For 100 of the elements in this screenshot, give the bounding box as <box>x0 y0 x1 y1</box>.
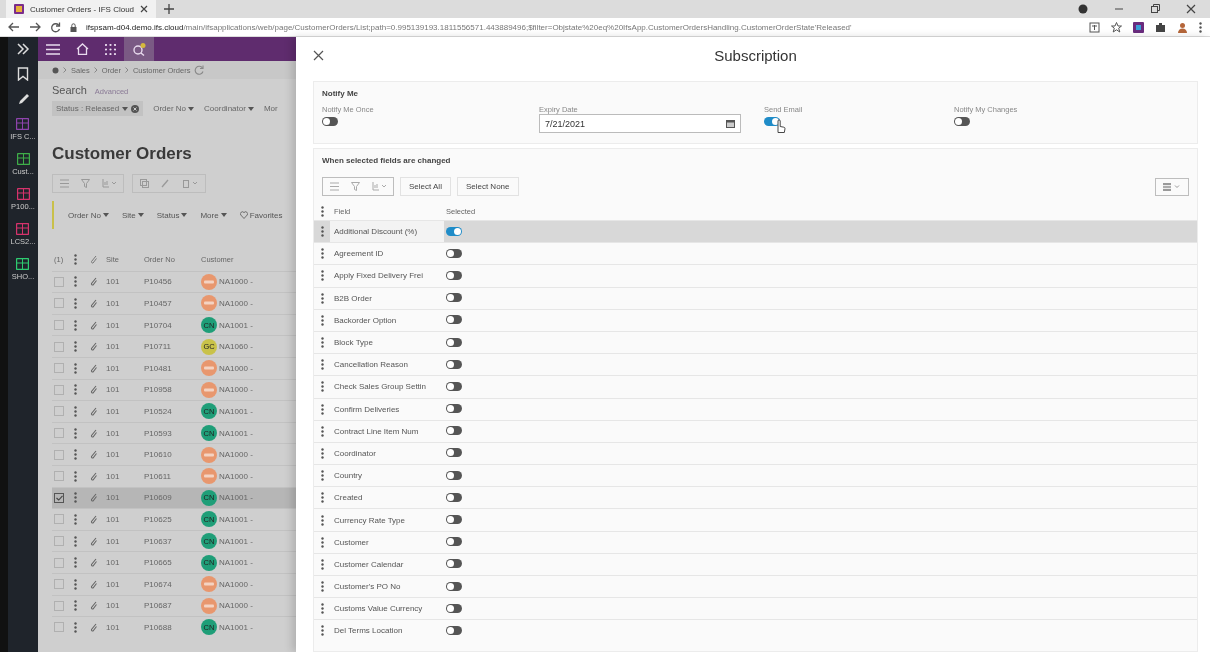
filter-chip[interactable]: Status : Released <box>52 101 144 116</box>
toggle-switch[interactable] <box>446 515 462 525</box>
table-row[interactable]: 101 P10456 NA1000 - <box>52 270 296 293</box>
row-checkbox[interactable] <box>54 600 64 611</box>
toggle-switch[interactable] <box>446 293 462 303</box>
search-button[interactable] <box>124 37 154 61</box>
filter-dropdown[interactable]: Order No <box>68 210 109 220</box>
toggle-switch[interactable] <box>446 559 462 569</box>
pencil-icon[interactable] <box>16 93 30 106</box>
table-row[interactable]: Backorder Option <box>314 308 1197 331</box>
row-checkbox[interactable] <box>54 298 64 309</box>
toggle-switch[interactable] <box>446 226 462 236</box>
more-options-icon[interactable] <box>320 603 324 615</box>
toggle-switch[interactable] <box>446 581 462 591</box>
table-row[interactable]: Block Type <box>314 330 1197 354</box>
row-checkbox[interactable] <box>54 514 64 525</box>
more-options-icon[interactable] <box>74 405 77 417</box>
toggle-switch[interactable] <box>446 603 462 613</box>
table-row[interactable]: Apply Fixed Delivery Frei <box>314 264 1197 287</box>
more-options-icon[interactable] <box>74 427 77 439</box>
restore-icon[interactable] <box>1150 4 1160 14</box>
expand-icon[interactable] <box>16 43 30 55</box>
toggle-switch[interactable] <box>954 117 970 126</box>
table-row[interactable]: Customer Calendar <box>314 552 1197 575</box>
more-options-icon[interactable] <box>74 513 77 525</box>
home-icon[interactable] <box>76 43 89 55</box>
table-row[interactable]: Currency Rate Type <box>314 508 1197 531</box>
filter-dropdown[interactable]: Site <box>121 210 144 220</box>
more-options-icon[interactable] <box>320 270 324 282</box>
toolbar-button[interactable]: Select None <box>456 177 519 196</box>
more-options-icon[interactable] <box>320 558 324 570</box>
table-row[interactable]: Customer's PO No <box>314 575 1197 598</box>
more-options-icon[interactable] <box>74 384 77 396</box>
row-checkbox[interactable] <box>54 341 64 352</box>
row-checkbox[interactable] <box>54 406 64 417</box>
toggle-switch[interactable] <box>446 426 462 436</box>
toggle-switch[interactable] <box>322 117 338 126</box>
more-options-icon[interactable] <box>320 403 324 415</box>
avatar-icon[interactable] <box>1177 21 1188 33</box>
more-options-icon[interactable] <box>74 578 77 590</box>
toggle-switch[interactable] <box>446 404 462 414</box>
row-checkbox[interactable] <box>54 320 64 331</box>
more-options-icon[interactable] <box>320 381 324 393</box>
toggle-switch[interactable] <box>446 270 462 280</box>
table-row[interactable]: Customer <box>314 530 1197 553</box>
more-options-icon[interactable] <box>74 621 77 633</box>
table-row[interactable]: Country <box>314 464 1197 487</box>
close-icon[interactable] <box>313 49 324 61</box>
table-row[interactable]: 101 P10687 NA1000 - <box>52 594 296 617</box>
toggle-switch[interactable] <box>446 492 462 502</box>
new-tab-icon[interactable] <box>164 4 174 14</box>
close-icon[interactable] <box>140 5 149 13</box>
more-options-icon[interactable] <box>320 205 324 217</box>
menu-icon[interactable] <box>46 43 60 55</box>
more-options-icon[interactable] <box>320 581 324 593</box>
more-options-icon[interactable] <box>320 447 324 459</box>
table-row[interactable]: Check Sales Group Settin <box>314 375 1197 398</box>
table-row[interactable]: Del Terms Location <box>314 619 1197 642</box>
column-chooser-button[interactable] <box>1155 177 1189 196</box>
more-options-icon[interactable] <box>74 535 77 547</box>
more-options-icon[interactable] <box>74 449 77 461</box>
row-checkbox[interactable] <box>54 384 64 395</box>
more-options-icon[interactable] <box>320 514 324 526</box>
toggle-switch[interactable] <box>446 470 462 480</box>
extension-icon[interactable] <box>1133 21 1144 33</box>
reload-icon[interactable] <box>50 21 61 33</box>
forward-icon[interactable] <box>29 22 41 32</box>
row-checkbox[interactable] <box>54 449 64 460</box>
table-row[interactable]: 101 P10674 NA1000 - <box>52 572 296 595</box>
row-checkbox[interactable] <box>54 579 64 590</box>
more-options-icon[interactable] <box>74 341 77 353</box>
favorites-button[interactable]: Favorites <box>239 210 283 220</box>
more-options-icon[interactable] <box>320 470 324 482</box>
toggle-switch[interactable] <box>446 381 462 391</box>
toggle-switch[interactable] <box>446 359 462 369</box>
filter-dropdown[interactable]: Status <box>156 210 188 220</box>
calendar-icon[interactable] <box>726 119 735 128</box>
table-row[interactable]: Additional Discount (%) <box>314 220 1197 243</box>
more-options-icon[interactable] <box>320 292 324 304</box>
more-options-icon[interactable] <box>74 470 77 482</box>
home-dot-icon[interactable] <box>52 66 59 74</box>
close-icon[interactable] <box>1186 4 1196 14</box>
address-bar[interactable]: ifspsam-d04.demo.ifs.cloud/main/ifsapplications/web/page/CustomerOrders/List;path=0.995139193.1811556571.443889496;$filter=Objstate%20eq%20IfsApp.CustomerOrdersHandling.CustomerOrderState'Released' <box>86 22 852 32</box>
menu-icon[interactable] <box>1199 21 1202 33</box>
more-options-icon[interactable] <box>74 362 77 374</box>
row-checkbox[interactable] <box>54 492 64 503</box>
table-row[interactable]: Cancellation Reason <box>314 353 1197 376</box>
more-options-icon[interactable] <box>74 600 77 612</box>
row-checkbox[interactable] <box>54 557 64 568</box>
more-options-icon[interactable] <box>74 298 77 309</box>
toolbar-button[interactable]: Select All <box>400 177 451 196</box>
table-row[interactable]: 101 P10457 NA1000 - <box>52 292 296 314</box>
translate-icon[interactable] <box>1089 21 1100 33</box>
row-checkbox[interactable] <box>54 428 64 439</box>
more-options-icon[interactable] <box>320 492 324 504</box>
row-checkbox[interactable] <box>54 536 64 546</box>
row-checkbox[interactable] <box>54 276 64 287</box>
toggle-switch[interactable] <box>446 448 462 458</box>
table-row[interactable]: Customs Value Currency <box>314 597 1197 620</box>
more-options-icon[interactable] <box>74 319 77 331</box>
